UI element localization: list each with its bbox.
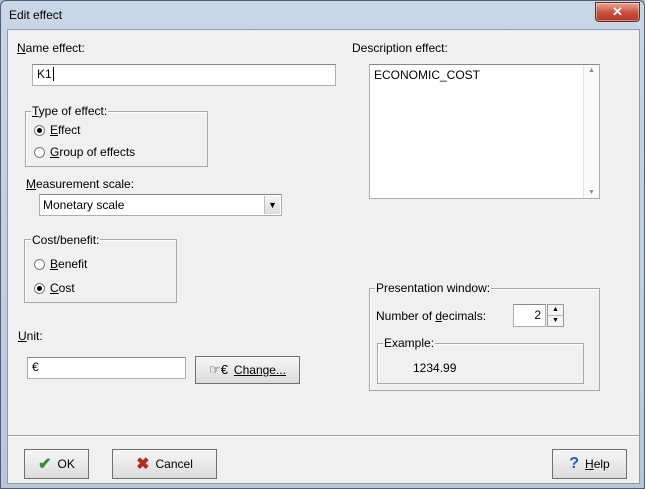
checkmark-icon: ✔	[38, 456, 52, 473]
cost-benefit-group	[24, 239, 177, 303]
group-of-effects-radio[interactable]	[34, 147, 45, 158]
dialog-body: Name effect: K1 Description effect: ECON…	[7, 29, 640, 484]
decimals-spinner[interactable]: ▲ ▼	[547, 304, 564, 327]
chevron-down-icon[interactable]: ▼	[264, 196, 280, 214]
close-icon: ✕	[612, 4, 623, 19]
cancel-x-icon: ✖	[136, 456, 150, 473]
effect-radio-label[interactable]: Effect	[50, 123, 80, 137]
benefit-radio[interactable]	[34, 259, 45, 270]
change-unit-button[interactable]: ☞€ Change...	[195, 356, 300, 384]
effect-radio[interactable]	[34, 125, 45, 136]
footer-separator-highlight	[8, 436, 639, 437]
description-text: ECONOMIC_COST	[374, 68, 481, 82]
window-title: Edit effect	[9, 8, 63, 22]
change-button-label: Change...	[233, 363, 286, 377]
decimals-label: Number of decimals:	[376, 309, 487, 323]
edit-effect-dialog: Edit effect ✕ Name effect: K1 Descriptio…	[0, 0, 645, 489]
scroll-down-icon[interactable]: ▼	[588, 189, 595, 196]
cost-radio-label[interactable]: Cost	[50, 281, 75, 295]
scroll-up-icon[interactable]: ▲	[588, 67, 595, 74]
example-value: 1234.99	[413, 361, 457, 375]
help-question-icon: ?	[569, 455, 580, 472]
hand-currency-icon: ☞€	[209, 362, 228, 377]
example-title: Example:	[383, 336, 436, 350]
ok-button[interactable]: ✔ OK	[24, 449, 89, 479]
description-effect-textarea[interactable]: ECONOMIC_COST ▲ ▼	[369, 64, 600, 199]
decimals-input[interactable]: 2	[513, 304, 546, 327]
benefit-radio-label[interactable]: Benefit	[50, 257, 87, 271]
cost-benefit-title: Cost/benefit:	[31, 233, 101, 247]
measurement-scale-label: Measurement scale:	[26, 177, 135, 191]
description-scrollbar[interactable]: ▲ ▼	[583, 65, 599, 198]
spin-down-icon[interactable]: ▼	[548, 316, 563, 326]
presentation-window-title: Presentation window:	[375, 281, 492, 295]
type-of-effect-title: Type of effect:	[31, 104, 109, 118]
measurement-scale-value: Monetary scale	[43, 198, 125, 212]
name-effect-input[interactable]: K1	[32, 64, 336, 86]
unit-label: Unit:	[18, 329, 43, 343]
title-bar[interactable]: Edit effect ✕	[1, 1, 644, 29]
name-effect-label: Name effect:	[17, 41, 85, 55]
measurement-scale-select[interactable]: Monetary scale ▼	[39, 194, 282, 216]
cost-radio[interactable]	[34, 283, 45, 294]
group-of-effects-radio-label[interactable]: Group of effects	[50, 145, 135, 159]
spin-up-icon[interactable]: ▲	[548, 305, 563, 316]
description-effect-label: Description effect:	[352, 41, 448, 55]
ok-button-label: OK	[57, 457, 75, 471]
close-button[interactable]: ✕	[595, 2, 640, 22]
cancel-button-label: Cancel	[155, 457, 193, 471]
cancel-button[interactable]: ✖ Cancel	[112, 449, 217, 479]
text-cursor	[52, 67, 54, 81]
unit-input[interactable]: €	[27, 357, 186, 379]
help-button-label: Help	[585, 457, 610, 471]
help-button[interactable]: ? Help	[552, 449, 627, 479]
